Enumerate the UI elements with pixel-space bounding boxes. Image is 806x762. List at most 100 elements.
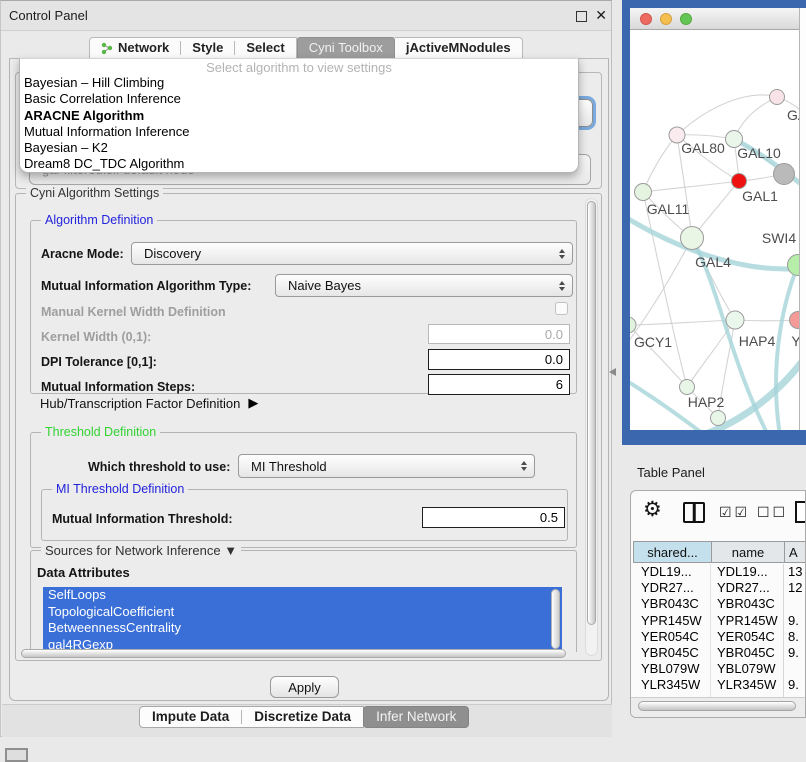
apply-button[interactable]: Apply — [270, 676, 339, 698]
algorithm-option[interactable]: Dream8 DC_TDC Algorithm — [20, 156, 578, 172]
table-row[interactable]: YDR27...YDR27...12 — [633, 580, 806, 596]
close-icon[interactable]: ✕ — [595, 7, 607, 24]
settings-horizontal-scrollbar[interactable] — [19, 648, 587, 659]
expand-arrow-icon: ▶ — [248, 395, 258, 411]
table-cell: YDL19... — [633, 564, 711, 580]
aracne-mode-combobox[interactable]: Discovery — [131, 242, 573, 265]
table-row[interactable]: YER054CYER054C8. — [633, 629, 806, 645]
network-node[interactable] — [788, 255, 800, 276]
table-hscroll-thumb[interactable] — [638, 701, 796, 711]
attribute-list-item[interactable]: TopologicalCoefficient — [43, 604, 562, 621]
network-canvas[interactable]: GAL80GAL10GAL1GAL11GAL4SWI4GCY1HAP4YHAP2… — [630, 30, 799, 430]
column-header[interactable]: name — [711, 541, 784, 563]
algorithm-option[interactable]: Bayesian – Hill Climbing — [20, 75, 578, 91]
table-row[interactable]: YBL079WYBL079W — [633, 661, 806, 677]
zoom-traffic-light-icon[interactable] — [680, 13, 692, 25]
tab-network-label: Network — [118, 38, 169, 58]
gear-icon[interactable]: ⚙ — [643, 497, 662, 522]
network-node[interactable] — [770, 90, 785, 105]
mi-steps-label: Mutual Information Steps: — [41, 380, 195, 394]
network-node[interactable] — [630, 317, 636, 333]
network-node[interactable] — [732, 174, 747, 189]
bottom-tabs: Impute Data Discretize Data Infer Networ… — [139, 706, 469, 728]
network-scrollbar-strip[interactable] — [799, 8, 806, 430]
algorithm-option[interactable]: Mutual Information Inference — [20, 124, 578, 140]
hub-definition-expander[interactable]: Hub/Transcription Factor Definition ▶ — [40, 395, 258, 411]
settings-vscroll-thumb[interactable] — [587, 201, 596, 625]
mi-threshold-field[interactable]: 0.5 — [422, 507, 565, 528]
network-edge[interactable] — [734, 97, 777, 139]
select-all-checkboxes-icon[interactable]: ☑☑ — [719, 504, 750, 521]
table-row[interactable]: YDL19...YDL19...13 — [633, 564, 806, 580]
network-node[interactable] — [726, 311, 744, 329]
data-attributes-label: Data Attributes — [37, 565, 130, 580]
tab-discretize-data[interactable]: Discretize Data — [242, 707, 363, 727]
tab-style[interactable]: Style — [181, 38, 234, 58]
tab-jactivemnodules[interactable]: jActiveMNodules — [395, 37, 523, 59]
table-row[interactable]: YLR345WYLR345W9. — [633, 677, 806, 693]
attribute-list-item[interactable]: BetweennessCentrality — [43, 620, 562, 637]
settings-vertical-scrollbar[interactable] — [585, 198, 598, 656]
table-cell: YPR145W — [633, 613, 711, 629]
node-label: SWI4 — [762, 230, 796, 246]
column-header[interactable]: shared... — [633, 541, 711, 563]
column-header[interactable]: A — [784, 541, 806, 563]
network-edge[interactable] — [677, 95, 777, 135]
algorithm-option[interactable]: ARACNE Algorithm — [20, 108, 578, 124]
which-threshold-combobox[interactable]: MI Threshold — [238, 454, 535, 478]
network-node[interactable] — [774, 164, 795, 185]
table-row[interactable]: YBR043CYBR043C — [633, 596, 806, 612]
node-label: GAL1 — [742, 188, 778, 204]
table-cell: YER054C — [633, 629, 711, 645]
tab-cyni-toolbox[interactable]: Cyni Toolbox — [297, 37, 395, 59]
close-traffic-light-icon[interactable] — [640, 13, 652, 25]
table-cell: 12 — [784, 580, 806, 596]
tab-infer-network[interactable]: Infer Network — [363, 706, 469, 728]
node-label: GAL — [787, 107, 799, 123]
mi-type-value: Naive Bayes — [288, 278, 361, 293]
network-edge[interactable] — [643, 135, 677, 192]
table-header-row: shared...nameA — [633, 541, 806, 563]
collapse-arrow-icon[interactable]: ▼ — [224, 543, 237, 558]
algorithm-option[interactable]: Bayesian – K2 — [20, 140, 578, 156]
node-label: GAL80 — [681, 140, 725, 156]
kernel-width-field[interactable]: 0.0 — [428, 324, 570, 344]
attribute-list-item[interactable]: SelfLoops — [43, 587, 562, 604]
manual-kernel-checkbox[interactable] — [555, 302, 568, 315]
network-node[interactable] — [635, 184, 652, 201]
table-cell — [784, 661, 806, 677]
columns-icon[interactable] — [683, 502, 705, 523]
table-horizontal-scrollbar[interactable] — [631, 697, 806, 717]
attributes-scrollbar[interactable] — [551, 589, 560, 649]
table-cell: YLR345W — [711, 677, 784, 693]
network-edge[interactable] — [643, 181, 739, 192]
tab-network[interactable]: Network — [90, 38, 180, 58]
export-table-icon[interactable] — [795, 501, 806, 523]
table-panel-title: Table Panel — [637, 465, 705, 480]
settings-hscroll-thumb[interactable] — [21, 649, 566, 658]
float-window-icon[interactable] — [576, 11, 587, 22]
network-edge[interactable] — [630, 320, 735, 325]
minimize-traffic-light-icon[interactable] — [660, 13, 672, 25]
mi-steps-field[interactable]: 6 — [428, 374, 570, 395]
table-row[interactable]: YPR145WYPR145W9. — [633, 613, 806, 629]
algorithm-option[interactable]: Basic Correlation Inference — [20, 91, 578, 107]
tab-impute-data[interactable]: Impute Data — [140, 707, 241, 727]
dpi-tolerance-field[interactable]: 0.0 — [428, 349, 570, 370]
data-attributes-list[interactable]: SelfLoopsTopologicalCoefficientBetweenne… — [43, 587, 562, 653]
minimized-panel-icon[interactable] — [5, 748, 28, 762]
table-cell: YBR045C — [711, 645, 784, 661]
tab-select[interactable]: Select — [235, 38, 295, 58]
network-node[interactable] — [680, 380, 695, 395]
mi-type-combobox[interactable]: Naive Bayes — [275, 274, 573, 297]
control-panel-title: Control Panel — [9, 1, 88, 31]
deselect-all-checkboxes-icon[interactable]: ☐☐ — [757, 504, 788, 521]
network-window-titlebar[interactable] — [630, 8, 799, 30]
network-node[interactable] — [711, 411, 726, 426]
network-edge[interactable] — [643, 192, 687, 387]
network-node[interactable] — [790, 312, 800, 329]
network-node[interactable] — [681, 227, 704, 250]
network-window[interactable]: GAL80GAL10GAL1GAL11GAL4SWI4GCY1HAP4YHAP2… — [630, 8, 806, 430]
table-row[interactable]: YBR045CYBR045C9. — [633, 645, 806, 661]
table-cell: YPR145W — [711, 613, 784, 629]
